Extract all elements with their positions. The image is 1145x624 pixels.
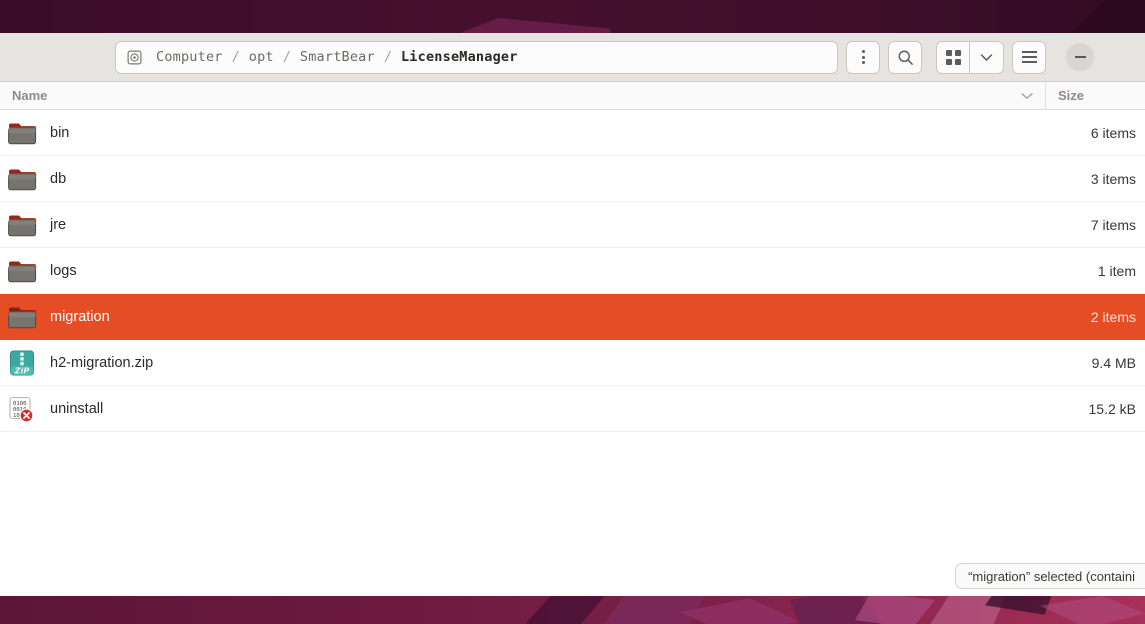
breadcrumb-separator: / bbox=[231, 49, 240, 65]
grid-view-icon bbox=[945, 49, 961, 65]
folder-icon bbox=[8, 123, 37, 144]
breadcrumb-separator: / bbox=[282, 49, 291, 65]
search-icon bbox=[898, 50, 913, 65]
table-row[interactable]: db 3 items bbox=[0, 156, 1145, 202]
breadcrumb-item-smartbear[interactable]: SmartBear bbox=[296, 47, 379, 67]
search-button[interactable] bbox=[888, 40, 922, 74]
table-row[interactable]: bin 6 items bbox=[0, 110, 1145, 156]
file-icon-cell bbox=[0, 258, 44, 284]
table-row[interactable]: logs 1 item bbox=[0, 248, 1145, 294]
desktop: Computer / opt / SmartBear / LicenseMana… bbox=[0, 0, 1145, 624]
file-icon-cell bbox=[0, 166, 44, 192]
breadcrumb-separator: / bbox=[383, 49, 392, 65]
binary-file-icon: 0100 0010 10 bbox=[9, 396, 34, 422]
breadcrumb-item-computer[interactable]: Computer bbox=[152, 47, 227, 67]
view-mode-group bbox=[936, 40, 1004, 74]
folder-icon bbox=[8, 169, 37, 190]
three-dots-icon bbox=[861, 50, 865, 64]
breadcrumb[interactable]: Computer / opt / SmartBear / LicenseMana… bbox=[115, 40, 838, 74]
column-header-name[interactable]: Name bbox=[0, 88, 1009, 103]
minimize-icon bbox=[1074, 56, 1086, 58]
breadcrumb-item-licensemanager[interactable]: LicenseManager bbox=[397, 47, 522, 67]
file-name: bin bbox=[50, 124, 70, 141]
status-bar: “migration” selected (containi bbox=[955, 563, 1145, 589]
file-size: 15.2 kB bbox=[1088, 400, 1136, 417]
wallpaper-facet bbox=[855, 596, 935, 624]
main-menu-button[interactable] bbox=[1012, 40, 1046, 74]
wallpaper-facet bbox=[442, 18, 610, 33]
wallpaper-bottom bbox=[0, 596, 1145, 624]
file-icon-cell: ZiP bbox=[0, 349, 44, 377]
file-icon-cell: 0100 0010 10 bbox=[0, 395, 44, 423]
wallpaper-facet bbox=[520, 596, 610, 624]
chevron-down-icon bbox=[980, 53, 993, 61]
file-icon-cell bbox=[0, 212, 44, 238]
file-size: 7 items bbox=[1090, 216, 1136, 233]
folder-icon bbox=[8, 307, 37, 328]
file-name: uninstall bbox=[50, 400, 104, 417]
view-dropdown-button[interactable] bbox=[970, 40, 1004, 74]
header-bar: Computer / opt / SmartBear / LicenseMana… bbox=[0, 33, 1145, 82]
status-text: “migration” selected (containi bbox=[968, 568, 1135, 584]
folder-icon bbox=[8, 215, 37, 236]
file-name: migration bbox=[50, 308, 110, 325]
sort-indicator[interactable] bbox=[1009, 92, 1045, 100]
view-grid-button[interactable] bbox=[936, 40, 970, 74]
file-name: jre bbox=[50, 216, 67, 233]
folder-icon bbox=[8, 261, 37, 282]
wallpaper-facet bbox=[1040, 596, 1145, 624]
disk-icon bbox=[127, 50, 142, 64]
menu-button[interactable] bbox=[846, 40, 880, 74]
table-row[interactable]: 0100 0010 10 uninstall 15.2 kB bbox=[0, 386, 1145, 432]
svg-text:10: 10 bbox=[13, 413, 20, 419]
table-row-selected[interactable]: migration 2 items bbox=[0, 294, 1145, 340]
file-name: h2-migration.zip bbox=[50, 354, 154, 371]
file-name: db bbox=[50, 170, 67, 187]
table-row[interactable]: jre 7 items bbox=[0, 202, 1145, 248]
minimize-button[interactable] bbox=[1066, 43, 1094, 71]
file-size: 1 item bbox=[1097, 262, 1136, 279]
file-icon-cell bbox=[0, 304, 44, 330]
file-manager-window: Computer / opt / SmartBear / LicenseMana… bbox=[0, 33, 1145, 596]
hamburger-icon bbox=[1021, 51, 1037, 63]
file-size: 2 items bbox=[1090, 308, 1136, 325]
zip-archive-icon: ZiP bbox=[10, 350, 34, 375]
chevron-down-icon bbox=[1021, 92, 1033, 99]
file-list: bin 6 items db 3 items jre 7 items logs … bbox=[0, 110, 1145, 596]
file-size: 6 items bbox=[1090, 124, 1136, 141]
breadcrumb-item-opt[interactable]: opt bbox=[245, 47, 278, 67]
file-name: logs bbox=[50, 262, 77, 279]
file-size: 9.4 MB bbox=[1091, 354, 1136, 371]
svg-text:ZiP: ZiP bbox=[14, 365, 30, 375]
table-row[interactable]: ZiP h2-migration.zip 9.4 MB bbox=[0, 340, 1145, 386]
column-header-size[interactable]: Size bbox=[1045, 82, 1145, 109]
column-header-row: Name Size bbox=[0, 82, 1145, 110]
wallpaper-facet bbox=[1066, 0, 1145, 33]
file-icon-cell bbox=[0, 120, 44, 146]
file-size: 3 items bbox=[1090, 170, 1136, 187]
wallpaper-top bbox=[0, 0, 1145, 33]
